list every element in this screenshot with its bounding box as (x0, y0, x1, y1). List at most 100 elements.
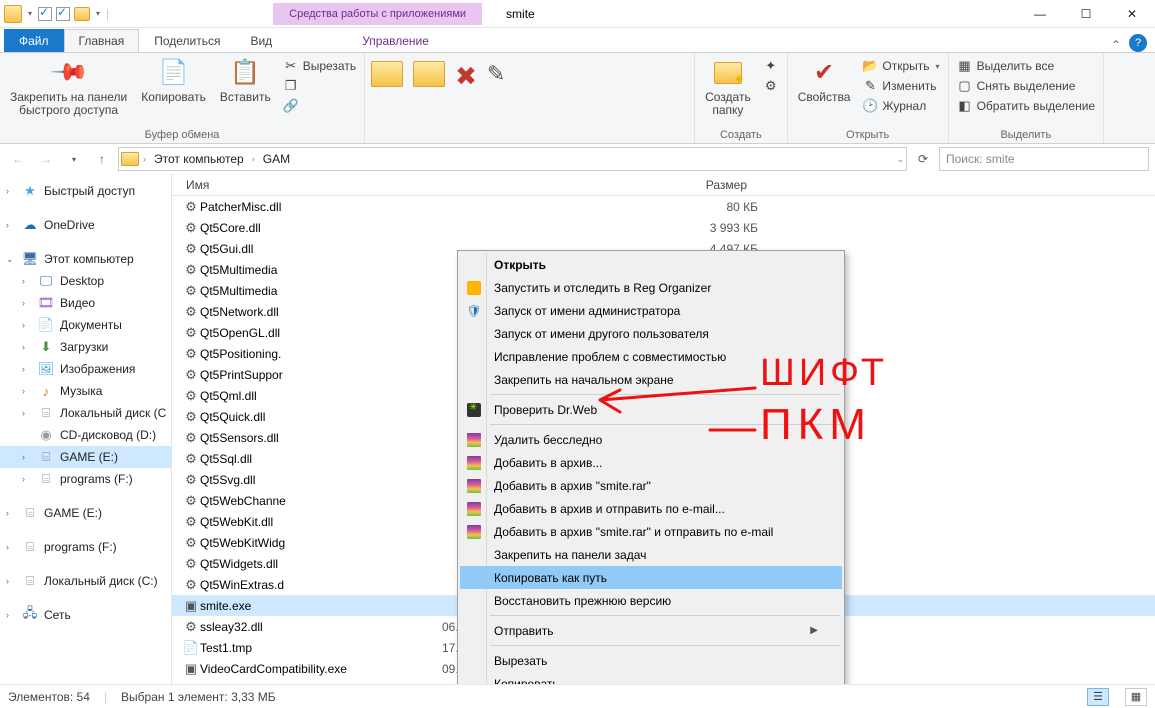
ctx-run-as-admin[interactable]: 🛡Запуск от имени администратора (460, 299, 842, 322)
search-input[interactable]: Поиск: smite (939, 147, 1149, 171)
nav-game-e[interactable]: ›⌸GAME (E:) (0, 446, 171, 468)
nav-local-c[interactable]: ›⌸Локальный диск (C (0, 402, 171, 424)
col-name[interactable]: Имя (172, 178, 432, 192)
rename-icon[interactable]: ✎ (487, 61, 505, 87)
label: OneDrive (44, 218, 95, 232)
ctx-restore-version[interactable]: Восстановить прежнюю версию (460, 589, 842, 612)
file-name: Qt5Svg.dll (200, 473, 442, 487)
col-size[interactable]: Размер (674, 178, 754, 192)
nav-downloads[interactable]: ›⬇Загрузки (0, 336, 171, 358)
delete-icon[interactable]: ✖ (455, 61, 477, 92)
nav-programs-f[interactable]: ›⌸programs (F:) (0, 468, 171, 490)
open-button[interactable]: 📂Открыть▾ (860, 57, 941, 75)
ctx-run-as-user[interactable]: Запуск от имени другого пользователя (460, 322, 842, 345)
item-count: Элементов: 54 (8, 690, 90, 704)
minimize-button[interactable]: — (1017, 0, 1063, 28)
label: Добавить в архив "smite.rar" (494, 479, 651, 493)
file-row[interactable]: ⚙PatcherMisc.dll80 КБ (172, 196, 1155, 217)
nav-onedrive[interactable]: ›☁OneDrive (0, 214, 171, 236)
ctx-copy-as-path[interactable]: Копировать как путь (460, 566, 842, 589)
cut-button[interactable]: ✂Вырезать (281, 57, 358, 75)
tab-file[interactable]: Файл (4, 29, 64, 52)
title-bar: ▾ ▾ | Средства работы с приложениями smi… (0, 0, 1155, 28)
ctx-add-rar-email[interactable]: Добавить в архив "smite.rar" и отправить… (460, 520, 842, 543)
ctx-send-to[interactable]: Отправить▶ (460, 619, 842, 642)
ctx-open[interactable]: Открыть (460, 253, 842, 276)
file-name: smite.exe (200, 599, 442, 613)
ctx-copy[interactable]: Копировать (460, 672, 842, 684)
select-all-button[interactable]: ▦Выделить все (955, 57, 1098, 75)
tab-share[interactable]: Поделиться (139, 29, 235, 52)
copyto-icon[interactable] (413, 61, 445, 87)
icons-view-button[interactable]: ▦ (1125, 688, 1147, 706)
history-button[interactable]: 🕑Журнал (860, 97, 941, 115)
label: CD-дисковод (D:) (60, 428, 156, 442)
label: Локальный диск (C:) (44, 574, 158, 588)
nav-music[interactable]: ›♪Музыка (0, 380, 171, 402)
paste-button[interactable]: 📋 Вставить (216, 55, 275, 106)
nav-desktop[interactable]: ›🖵Desktop (0, 270, 171, 292)
ctx-pin-taskbar[interactable]: Закрепить на панели задач (460, 543, 842, 566)
ctx-drweb[interactable]: Проверить Dr.Web (460, 398, 842, 421)
moveto-icon[interactable] (371, 61, 403, 87)
qat-check-2[interactable] (56, 7, 70, 21)
up-button[interactable]: ↑ (90, 147, 114, 171)
ctx-add-email[interactable]: Добавить в архив и отправить по e-mail..… (460, 497, 842, 520)
nav-game-e-2[interactable]: ›⌸GAME (E:) (0, 502, 171, 524)
properties-button[interactable]: ✔ Свойства (794, 55, 855, 106)
pin-quickaccess-button[interactable]: 📌 Закрепить на панели быстрого доступа (6, 55, 131, 119)
copy-path-button[interactable]: ❐ (281, 77, 358, 95)
breadcrumb[interactable]: Этот компьютер (150, 152, 248, 166)
edit-button[interactable]: ✎Изменить (860, 77, 941, 95)
ctx-compat[interactable]: Исправление проблем с совместимостью (460, 345, 842, 368)
close-button[interactable]: ✕ (1109, 0, 1155, 28)
help-icon[interactable]: ? (1129, 34, 1147, 52)
nav-network[interactable]: ›🖧Сеть (0, 604, 171, 626)
nav-documents[interactable]: ›📄Документы (0, 314, 171, 336)
ctx-add-archive[interactable]: Добавить в архив... (460, 451, 842, 474)
invert-selection-button[interactable]: ◧Обратить выделение (955, 97, 1098, 115)
copy-button[interactable]: 📄 Копировать (137, 55, 210, 106)
nav-local-c-2[interactable]: ›⌸Локальный диск (C:) (0, 570, 171, 592)
paste-shortcut-button[interactable]: 🔗 (281, 97, 358, 115)
ctx-pin-start[interactable]: Закрепить на начальном экране (460, 368, 842, 391)
details-view-button[interactable]: ☰ (1087, 688, 1109, 706)
collapse-ribbon-icon[interactable]: ⌃ (1103, 38, 1129, 52)
tab-manage[interactable]: Управление (347, 29, 444, 52)
easy-access-button[interactable]: ⚙ (761, 77, 781, 95)
chevron-right-icon[interactable]: › (252, 154, 255, 164)
refresh-button[interactable]: ⟳ (911, 147, 935, 171)
qat-dropdown-icon[interactable]: ▾ (26, 9, 34, 18)
select-none-button[interactable]: ▢Снять выделение (955, 77, 1098, 95)
recent-dropdown[interactable]: ▾ (62, 147, 86, 171)
file-name: VideoCardCompatibility.exe (200, 662, 442, 676)
disc-icon: ◉ (38, 427, 54, 443)
qat-dropdown-icon[interactable]: ▾ (94, 9, 102, 18)
address-bar[interactable]: › Этот компьютер › GAM ⌄ (118, 147, 907, 171)
breadcrumb[interactable]: GAM (259, 152, 294, 166)
file-icon: ⚙ (182, 577, 200, 593)
maximize-button[interactable]: ☐ (1063, 0, 1109, 28)
nav-video[interactable]: ›🎞Видео (0, 292, 171, 314)
nav-programs-f-2[interactable]: ›⌸programs (F:) (0, 536, 171, 558)
ctx-add-rar[interactable]: Добавить в архив "smite.rar" (460, 474, 842, 497)
tab-view[interactable]: Вид (235, 29, 287, 52)
nav-cd[interactable]: ◉ CD-дисковод (D:) (0, 424, 171, 446)
nav-quick-access[interactable]: ›★Быстрый доступ (0, 180, 171, 202)
file-row[interactable]: ⚙Qt5Core.dll3 993 КБ (172, 217, 1155, 238)
new-item-button[interactable]: ✦ (761, 57, 781, 75)
forward-button[interactable]: → (34, 147, 58, 171)
file-icon: ⚙ (182, 493, 200, 509)
ctx-reg-organizer[interactable]: Запустить и отследить в Reg Organizer (460, 276, 842, 299)
tab-home[interactable]: Главная (64, 29, 140, 52)
chevron-down-icon[interactable]: ⌄ (896, 154, 904, 165)
ctx-shred[interactable]: Удалить бесследно (460, 428, 842, 451)
ctx-cut[interactable]: Вырезать (460, 649, 842, 672)
nav-this-pc[interactable]: ⌄🖥Этот компьютер (0, 248, 171, 270)
chevron-right-icon[interactable]: › (143, 154, 146, 164)
new-folder-button[interactable]: ✦ Создать папку (701, 55, 755, 119)
file-icon: 📄 (182, 640, 200, 656)
qat-check-1[interactable] (38, 7, 52, 21)
nav-pictures[interactable]: ›🖼Изображения (0, 358, 171, 380)
back-button[interactable]: ← (6, 147, 30, 171)
